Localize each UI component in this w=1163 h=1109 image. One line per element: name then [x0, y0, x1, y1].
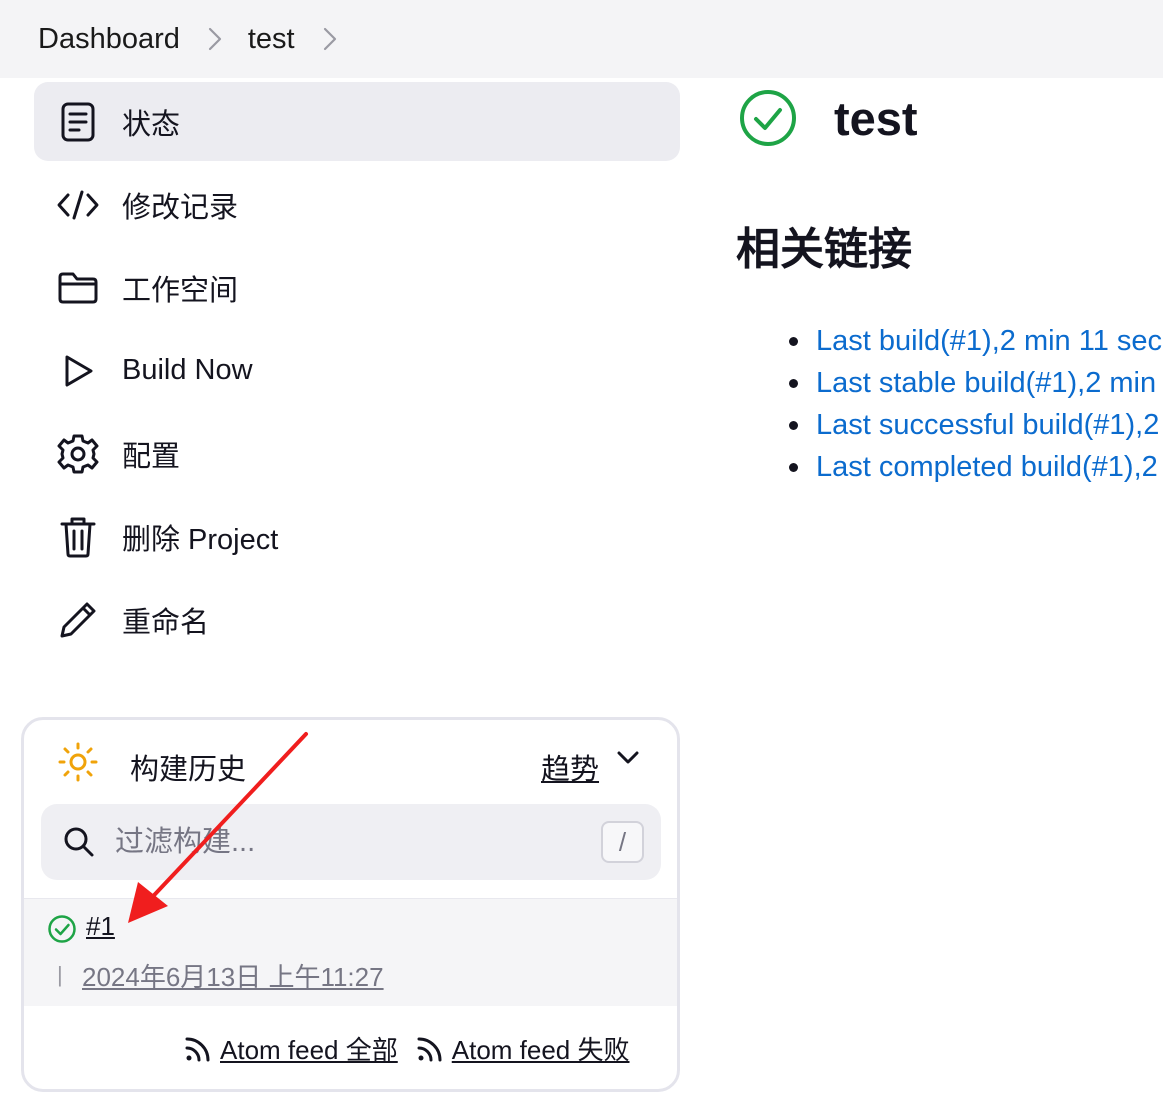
last-stable-build-link[interactable]: Last stable build(#1),2 min — [816, 367, 1156, 400]
task-label: 工作空间 — [122, 274, 239, 307]
last-build-link[interactable]: Last build(#1),2 min 11 sec — [816, 325, 1162, 358]
related-links-list: Last build(#1),2 min 11 sec Last stable … — [789, 320, 1163, 488]
folder-icon — [56, 266, 100, 310]
task-label: 重命名 — [122, 606, 210, 639]
breadcrumb: Dashboard test — [0, 0, 1163, 78]
keyboard-shortcut-hint: / — [601, 821, 644, 863]
list-item: Last build(#1),2 min 11 sec — [789, 320, 1163, 362]
success-check-icon — [47, 914, 77, 949]
atom-feed-failed-link[interactable]: Atom feed 失败 — [416, 1030, 630, 1067]
success-check-icon — [740, 90, 796, 146]
pencil-icon — [56, 598, 100, 642]
breadcrumb-test[interactable]: test — [248, 23, 295, 56]
task-rename[interactable]: 重命名 — [34, 580, 680, 659]
task-label: 删除 Project — [122, 523, 279, 556]
atom-feed-all-link[interactable]: Atom feed 全部 — [184, 1030, 398, 1067]
task-status[interactable]: 状态 — [34, 82, 680, 161]
last-successful-build-link[interactable]: Last successful build(#1),2 — [816, 409, 1159, 442]
chevron-down-icon[interactable] — [616, 750, 640, 771]
page-title: test — [738, 88, 918, 148]
list-item: Last completed build(#1),2 — [789, 446, 1163, 488]
build-number-link[interactable]: #1 — [86, 911, 115, 942]
code-icon — [56, 183, 100, 227]
side-menu: 状态 修改记录 工作空间 Build Now 配置 删除 Project 重命名 — [34, 82, 680, 663]
section-title-related-links: 相关链接 — [736, 225, 912, 274]
task-label: 配置 — [122, 440, 181, 473]
rss-icon — [417, 1037, 442, 1061]
task-label: 修改记录 — [122, 191, 239, 224]
chevron-right-icon — [208, 27, 222, 51]
project-name: test — [834, 91, 918, 145]
list-item: Last successful build(#1),2 — [789, 404, 1163, 446]
trend-link[interactable]: 趋势 — [541, 746, 599, 788]
separator: | — [57, 962, 63, 987]
build-date-link[interactable]: 2024年6月13日 上午11:27 — [82, 957, 384, 994]
breadcrumb-dashboard[interactable]: Dashboard — [38, 23, 180, 56]
feed-label: Atom feed 失败 — [451, 1035, 630, 1065]
task-build-now[interactable]: Build Now — [34, 331, 680, 410]
task-changes[interactable]: 修改记录 — [34, 165, 680, 244]
task-workspace[interactable]: 工作空间 — [34, 248, 680, 327]
gear-icon — [56, 432, 100, 476]
trash-icon — [56, 515, 100, 559]
task-configure[interactable]: 配置 — [34, 414, 680, 493]
chevron-right-icon[interactable] — [323, 27, 337, 51]
task-label: 状态 — [122, 108, 181, 141]
play-icon — [56, 349, 100, 393]
document-icon — [56, 100, 100, 144]
last-completed-build-link[interactable]: Last completed build(#1),2 — [816, 451, 1158, 484]
list-item: Last stable build(#1),2 min — [789, 362, 1163, 404]
task-label: Build Now — [122, 354, 253, 386]
rss-icon — [185, 1037, 210, 1061]
search-icon — [63, 826, 95, 863]
sun-icon — [58, 742, 98, 787]
annotation-arrow — [128, 732, 308, 923]
feed-label: Atom feed 全部 — [220, 1035, 398, 1065]
atom-feeds: Atom feed 全部 Atom feed 失败 — [184, 1030, 648, 1067]
task-delete-project[interactable]: 删除 Project — [34, 497, 680, 576]
